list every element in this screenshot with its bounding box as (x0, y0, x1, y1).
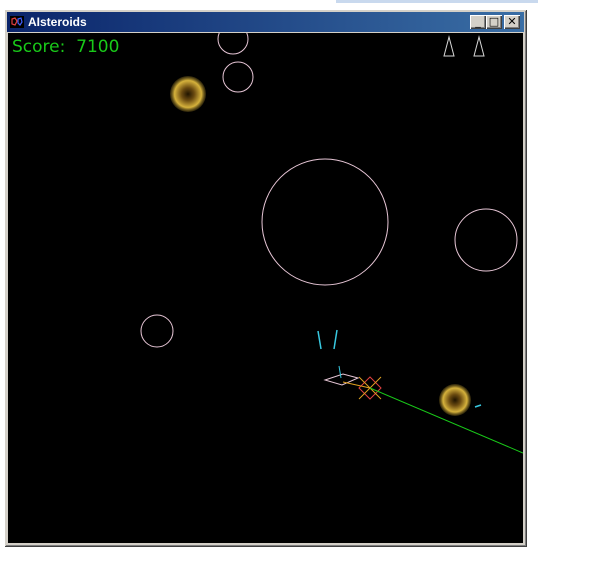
minimize-icon: _ (475, 15, 481, 28)
window-title: AIsteroids (28, 15, 87, 29)
player-ship-icon (323, 365, 382, 400)
projectile (333, 329, 338, 350)
maximize-icon: □ (488, 15, 500, 28)
score-display: Score: 7100 (12, 37, 119, 57)
asteroid-small (217, 33, 249, 55)
life-ship-icon (473, 35, 485, 57)
close-icon: ✕ (507, 15, 517, 28)
maximize-button[interactable]: □ (486, 15, 502, 29)
minimize-button[interactable]: _ (470, 15, 486, 29)
close-button[interactable]: ✕ (504, 15, 520, 29)
asteroid-medium (454, 208, 518, 272)
projectile (317, 330, 322, 350)
asteroid-small (222, 61, 254, 93)
powerup-icon (439, 384, 471, 416)
background-strip (336, 0, 538, 3)
app-icon (10, 16, 24, 28)
projectile (474, 404, 482, 408)
score-value: 7100 (76, 37, 120, 57)
game-canvas[interactable]: Score: 7100 (8, 33, 523, 543)
title-bar[interactable]: AIsteroids _ □ ✕ (7, 12, 524, 32)
asteroid-large (261, 158, 389, 286)
powerup-icon (170, 76, 206, 112)
app-window: AIsteroids _ □ ✕ Score: 7100 (4, 9, 527, 547)
life-ship-icon (443, 35, 455, 57)
score-label: Score: (12, 37, 66, 57)
asteroid-small (140, 314, 174, 348)
playfield (140, 33, 523, 454)
